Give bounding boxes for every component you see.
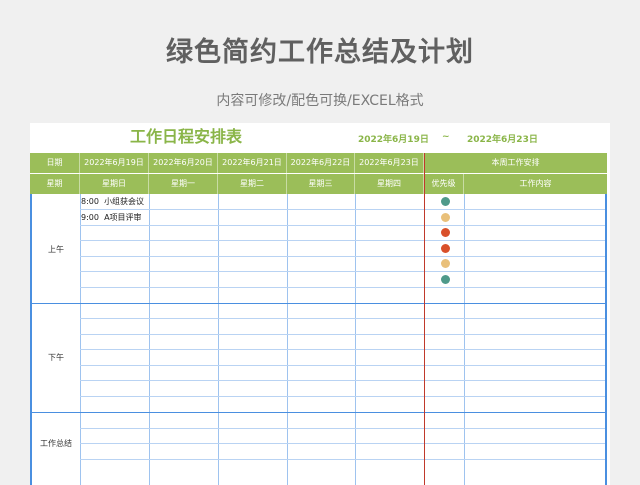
schedule-grid[interactable]: 上午 下午 工作总结 8:00 小组获会议 9:00 A项目评审 — [30, 194, 607, 485]
header-content: 工作内容 — [519, 179, 552, 188]
header-weekday-cell[interactable]: 星期三 — [287, 174, 355, 194]
grid-row-line — [80, 318, 605, 319]
header-priority: 优先级 — [424, 174, 464, 194]
grid-column-line — [218, 194, 219, 485]
date-start: 2022年6月19日 — [358, 135, 429, 145]
priority-dot[interactable] — [441, 212, 450, 222]
header-date-cell[interactable]: 2022年6月20日 — [149, 153, 218, 173]
date-separator: ~ — [442, 132, 450, 142]
grid-column-line — [80, 194, 81, 485]
grid-row-line — [80, 396, 605, 397]
section-summary: 工作总结 — [40, 439, 72, 448]
page-subtitle: 内容可修改/配色可换/EXCEL格式 — [216, 93, 424, 109]
header-week-plan: 本周工作安排 — [491, 158, 540, 167]
header-date-cell[interactable]: 2022年6月22日 — [287, 153, 355, 173]
header-date-label: 日期 — [30, 153, 80, 173]
entry-text: 小组获会议 — [104, 197, 145, 206]
entry-time: 8:00 — [81, 197, 99, 206]
priority-dot[interactable] — [441, 243, 450, 253]
entry-text: A项目评审 — [104, 213, 142, 222]
schedule-sheet: 工作日程安排表 2022年6月19日 ~ 2022年6月23日 日期 2022年… — [30, 123, 610, 485]
header-weekday-cell[interactable]: 星期四 — [355, 174, 424, 194]
section-divider — [32, 412, 605, 413]
header-row-dates: 日期 2022年6月19日 2022年6月20日 2022年6月21日 2022… — [30, 153, 607, 173]
header-weekday-label: 星期 — [30, 174, 80, 194]
sheet-title: 工作日程安排表 — [130, 127, 243, 146]
grid-row-line — [80, 428, 605, 429]
header-weekday-cell[interactable]: 星期一 — [149, 174, 218, 194]
grid-column-line — [355, 194, 356, 485]
section-divider — [32, 303, 605, 304]
header-weekday-cell[interactable]: 星期二 — [218, 174, 287, 194]
grid-row-line — [80, 443, 605, 444]
header-weekday-cell[interactable]: 星期日 — [80, 174, 149, 194]
grid-row-line — [80, 334, 605, 335]
grid-row-line — [80, 380, 605, 381]
grid-row-line — [80, 256, 605, 257]
priority-dot[interactable] — [441, 259, 450, 269]
grid-row-line — [80, 271, 605, 272]
schedule-entry[interactable]: 8:00 小组获会议 — [81, 196, 144, 207]
header-date-cell[interactable]: 2022年6月23日 — [355, 153, 424, 173]
grid-row-line — [80, 240, 605, 241]
header-row-weekdays: 星期 星期日 星期一 星期二 星期三 星期四 优先级 工作内容 — [30, 174, 607, 194]
schedule-entry[interactable]: 9:00 A项目评审 — [81, 212, 142, 223]
grid-row-line — [80, 287, 605, 288]
grid-row-line — [80, 225, 605, 226]
section-afternoon: 下午 — [48, 353, 64, 362]
header-date-cell[interactable]: 2022年6月19日 — [80, 153, 149, 173]
grid-column-line — [149, 194, 150, 485]
grid-column-line — [287, 194, 288, 485]
grid-row-line — [80, 365, 605, 366]
grid-row-line — [80, 459, 605, 460]
entry-time: 9:00 — [81, 213, 99, 222]
grid-row-line — [80, 209, 605, 210]
divider-red-line — [424, 153, 425, 485]
grid-column-line — [464, 194, 465, 485]
header-date-cell[interactable]: 2022年6月21日 — [218, 153, 287, 173]
priority-dot[interactable] — [441, 197, 450, 206]
section-morning: 上午 — [48, 245, 64, 254]
page-title: 绿色简约工作总结及计划 — [166, 37, 474, 68]
date-end: 2022年6月23日 — [467, 135, 538, 145]
grid-row-line — [80, 349, 605, 350]
priority-dot[interactable] — [441, 275, 450, 284]
priority-dot[interactable] — [441, 228, 450, 238]
